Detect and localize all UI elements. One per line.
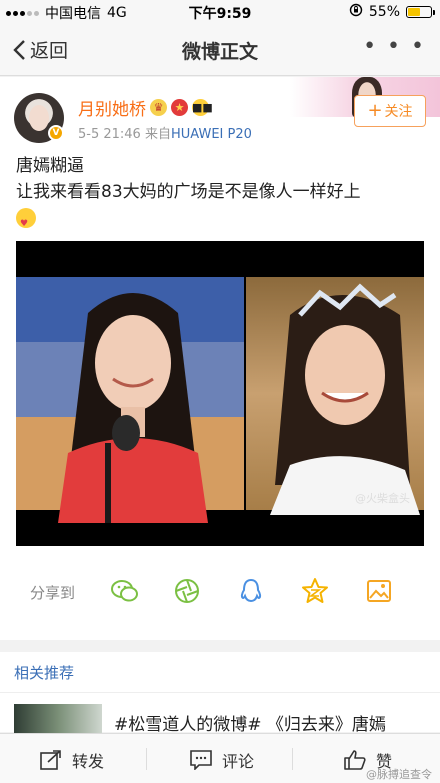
- comment-button[interactable]: 评论: [190, 748, 254, 772]
- qq-icon[interactable]: [236, 576, 266, 606]
- post-time: 5-5 21:46: [78, 127, 141, 142]
- post-image[interactable]: @火柴盒头: [16, 241, 424, 546]
- post-text-line-2: 让我来看看83大妈的广场是不是像人一样好上: [16, 182, 361, 202]
- qzone-icon[interactable]: [300, 576, 330, 606]
- status-right: 55%: [349, 3, 435, 21]
- toolbar-watermark: @脉搏追查令: [366, 768, 432, 781]
- post-text-line-1: 唐嫣糊逼: [16, 156, 84, 176]
- toolbar-divider: [292, 748, 293, 770]
- plus-icon: +: [367, 100, 383, 121]
- rotation-lock-icon: [349, 3, 363, 21]
- save-image-icon[interactable]: [364, 576, 394, 606]
- divider: [0, 692, 440, 693]
- post-meta: 5-5 21:46 来自HUAWEI P20: [78, 123, 252, 142]
- status-bar: 中国电信 4G 下午9:59 55%: [0, 0, 440, 24]
- source-prefix: 来自: [144, 127, 171, 142]
- share-bar: 分享到: [0, 574, 440, 614]
- battery-icon: [406, 6, 435, 18]
- related-thumbnail[interactable]: [14, 704, 102, 734]
- verified-badge-icon: V: [48, 125, 64, 141]
- related-section: 相关推荐 #松雪道人的微博# 《归去来》唐嫣: [0, 652, 440, 735]
- follow-button[interactable]: + 关注: [354, 95, 426, 127]
- comment-label: 评论: [222, 752, 255, 771]
- photo-right-person: [270, 283, 420, 515]
- photo-left-person: [58, 293, 208, 523]
- follow-label: 关注: [384, 104, 413, 120]
- wechat-icon[interactable]: [110, 576, 140, 606]
- image-watermark: @火柴盒头: [355, 492, 410, 505]
- repost-label: 转发: [72, 752, 105, 771]
- heart-smile-emoji-icon: [16, 208, 36, 237]
- star-medal-icon: ★: [171, 99, 188, 116]
- share-label: 分享到: [30, 584, 76, 602]
- nav-bar: 返回 微博正文 • • •: [0, 24, 440, 76]
- battery-percent: 55%: [368, 4, 400, 20]
- comment-icon: [190, 750, 212, 770]
- related-title: 相关推荐: [14, 664, 75, 682]
- crown-badge-icon: ♛: [150, 99, 167, 116]
- source-device[interactable]: HUAWEI P20: [171, 127, 252, 142]
- thumbs-up-icon: [344, 750, 366, 770]
- repost-icon: [40, 750, 61, 770]
- post-text: 唐嫣糊逼 让我来看看83大妈的广场是不是像人一样好上: [16, 153, 426, 237]
- related-item-text[interactable]: #松雪道人的微博# 《归去来》唐嫣: [114, 710, 386, 735]
- username-row: 月别她桥 ♛ ★ ■■: [78, 95, 213, 120]
- repost-button[interactable]: 转发: [40, 748, 104, 772]
- post-card: V 月别她桥 ♛ ★ ■■ 5-5 21:46 来自HUAWEI P20 + 关…: [0, 77, 440, 640]
- bottom-toolbar: 转发 评论 赞 @脉搏追查令: [0, 733, 440, 783]
- more-options-button[interactable]: • • •: [363, 36, 426, 58]
- toolbar-divider: [146, 748, 147, 770]
- sunglasses-emoji-icon: ■■: [192, 99, 213, 116]
- username[interactable]: 月别她桥: [78, 95, 146, 120]
- moments-icon[interactable]: [172, 576, 202, 606]
